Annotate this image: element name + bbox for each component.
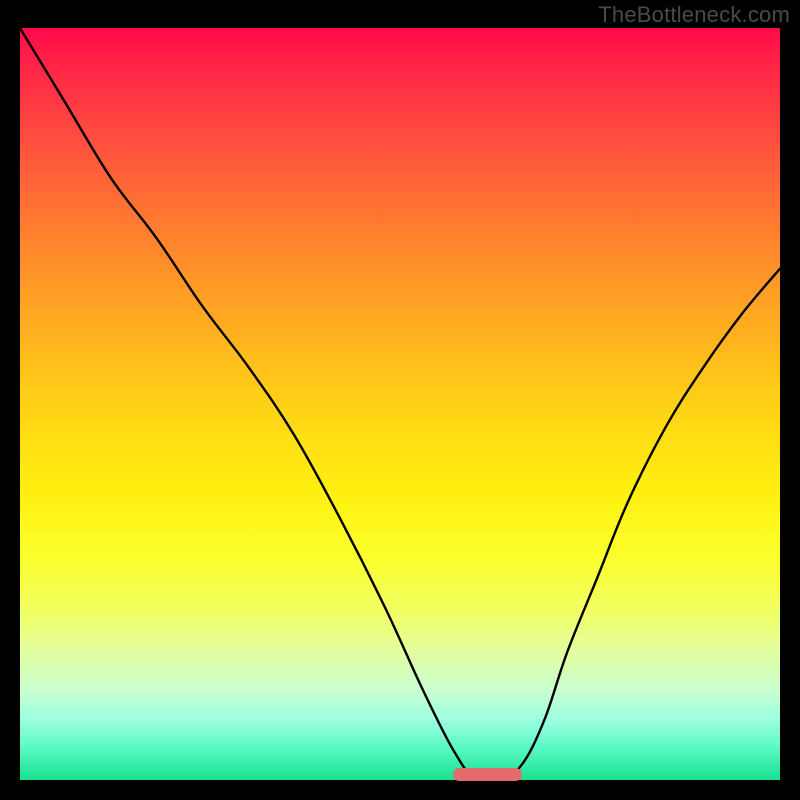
optimum-marker <box>453 768 521 781</box>
chart-frame: TheBottleneck.com <box>0 0 800 800</box>
plot-area <box>20 28 780 780</box>
bottleneck-curve <box>20 28 780 780</box>
watermark-text: TheBottleneck.com <box>598 2 790 28</box>
